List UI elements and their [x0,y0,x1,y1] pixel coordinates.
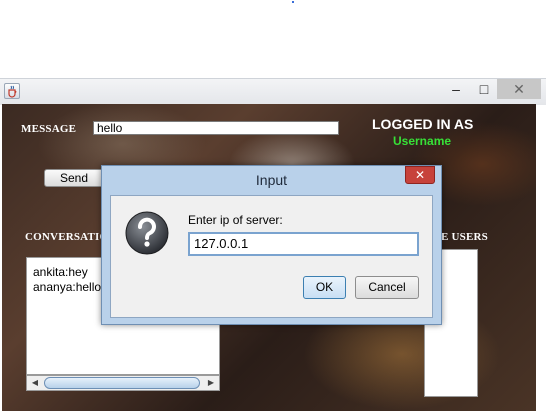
ip-input[interactable]: 127.0.0.1 [188,232,419,256]
scrollbar-thumb[interactable] [44,377,200,389]
question-icon [125,211,169,255]
ok-button[interactable]: OK [303,276,346,299]
java-cup-icon[interactable] [4,83,20,99]
message-label: MESSAGE [21,123,77,135]
close-button[interactable]: ✕ [497,79,541,99]
send-button[interactable]: Send [44,169,104,187]
cancel-button[interactable]: Cancel [355,276,419,299]
prompt-label: Enter ip of server: [188,213,283,227]
decorative-dot [292,1,294,3]
conversation-label: CONVERSATIO [25,231,109,243]
username-label: Username [393,134,452,148]
dialog-close-button[interactable]: ✕ [405,166,435,184]
scroll-right-arrow-icon[interactable]: ▶ [204,376,218,390]
dialog-body: Enter ip of server: 127.0.0.1 OK Cancel [110,195,433,318]
dialog-title: Input [255,172,288,188]
minimize-button[interactable]: – [443,79,469,99]
logged-in-label: LOGGED IN AS [372,116,474,132]
message-input[interactable]: hello [93,121,339,135]
conversation-horizontal-scrollbar[interactable]: ◀ ▶ [26,375,220,391]
input-dialog: Input ✕ Enter ip of server: 127.0.0.1 OK… [101,165,442,325]
maximize-button[interactable]: □ [471,79,497,99]
window-titlebar: – □ ✕ [0,78,546,105]
scroll-left-arrow-icon[interactable]: ◀ [28,376,42,390]
online-users-label: E USERS [441,231,488,243]
